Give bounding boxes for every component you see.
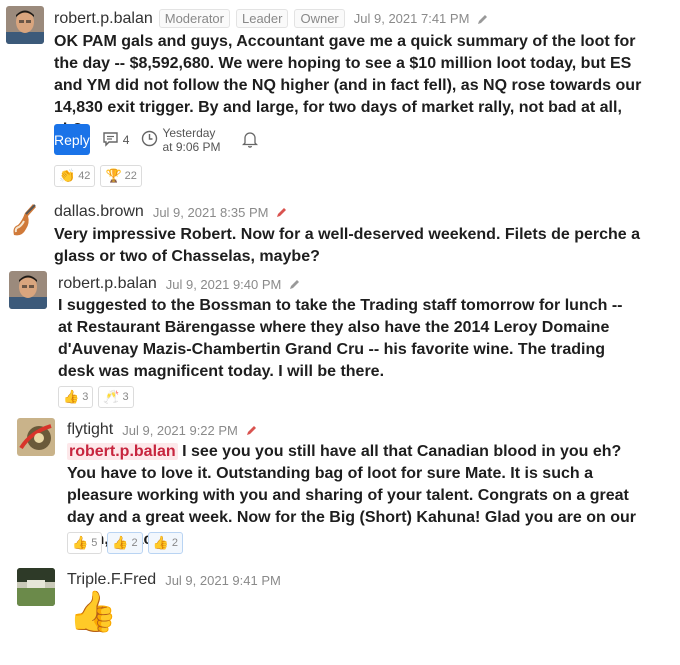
notification-bell-icon[interactable] [241,131,258,148]
timestamp[interactable]: Jul 9, 2021 9:41 PM [165,573,281,588]
thumbs-up-icon: 👍 [152,535,169,550]
post-body: Very impressive Robert. Now for a well-d… [54,226,641,265]
reaction-trophy[interactable]: 🏆 22 [100,165,142,187]
comment-count: 4 [122,132,130,147]
clap-icon: 👏 [59,168,76,183]
edit-pencil-icon[interactable] [276,206,288,218]
badge-owner: Owner [294,9,345,28]
thumbs-up-icon: 👍 [112,535,129,550]
trophy-icon: 🏆 [105,168,122,183]
edit-pencil-icon[interactable] [246,424,258,436]
thumbs-up-icon: 👍 [68,590,118,634]
timestamp[interactable]: Jul 9, 2021 9:22 PM [122,423,238,438]
avatar-robert[interactable] [6,6,44,44]
reaction-thumbs-up-light[interactable]: 👍 2 [147,532,183,554]
author-name[interactable]: robert.p.balan [58,275,157,293]
author-name[interactable]: flytight [67,421,113,439]
reaction-thumbs-up[interactable]: 👍 5 [67,532,103,554]
author-name[interactable]: robert.p.balan [54,10,153,28]
comment-icon [102,130,119,150]
author-name[interactable]: Triple.F.Fred [67,571,156,589]
timestamp[interactable]: Jul 9, 2021 8:35 PM [153,205,269,220]
comments-count[interactable]: 4 [102,130,130,150]
avatar-flytight[interactable] [17,418,55,456]
reaction-clap[interactable]: 👏 42 [54,165,96,187]
last-activity-time: Yesterday at 9:06 PM [162,125,221,154]
reaction-thumbs-up[interactable]: 👍 3 [58,386,94,408]
edit-pencil-icon[interactable] [477,13,489,25]
badge-leader: Leader [235,9,289,28]
timestamp[interactable]: Jul 9, 2021 7:41 PM [354,11,470,26]
timestamp[interactable]: Jul 9, 2021 9:40 PM [166,277,282,292]
edit-pencil-icon[interactable] [289,278,301,290]
thumbs-up-icon: 👍 [63,389,80,404]
avatar-dallas[interactable] [6,201,44,239]
badge-moderator: Moderator [158,9,230,28]
author-name[interactable]: dallas.brown [54,203,144,221]
clock-icon [141,130,158,150]
thumbs-up-icon: 👍 [72,535,89,550]
post-body: I suggested to the Bossman to take the T… [58,297,623,380]
reaction-champagne[interactable]: 🥂 3 [98,386,134,408]
user-mention[interactable]: robert.p.balan [67,443,178,460]
reply-button[interactable]: Reply [54,124,90,155]
reaction-thumbs-up-medium[interactable]: 👍 2 [107,532,143,554]
champagne-icon: 🥂 [103,389,120,404]
avatar-robert[interactable] [9,271,47,309]
avatar-triple-f-fred[interactable] [17,568,55,606]
last-activity[interactable]: Yesterday at 9:06 PM [141,126,227,154]
